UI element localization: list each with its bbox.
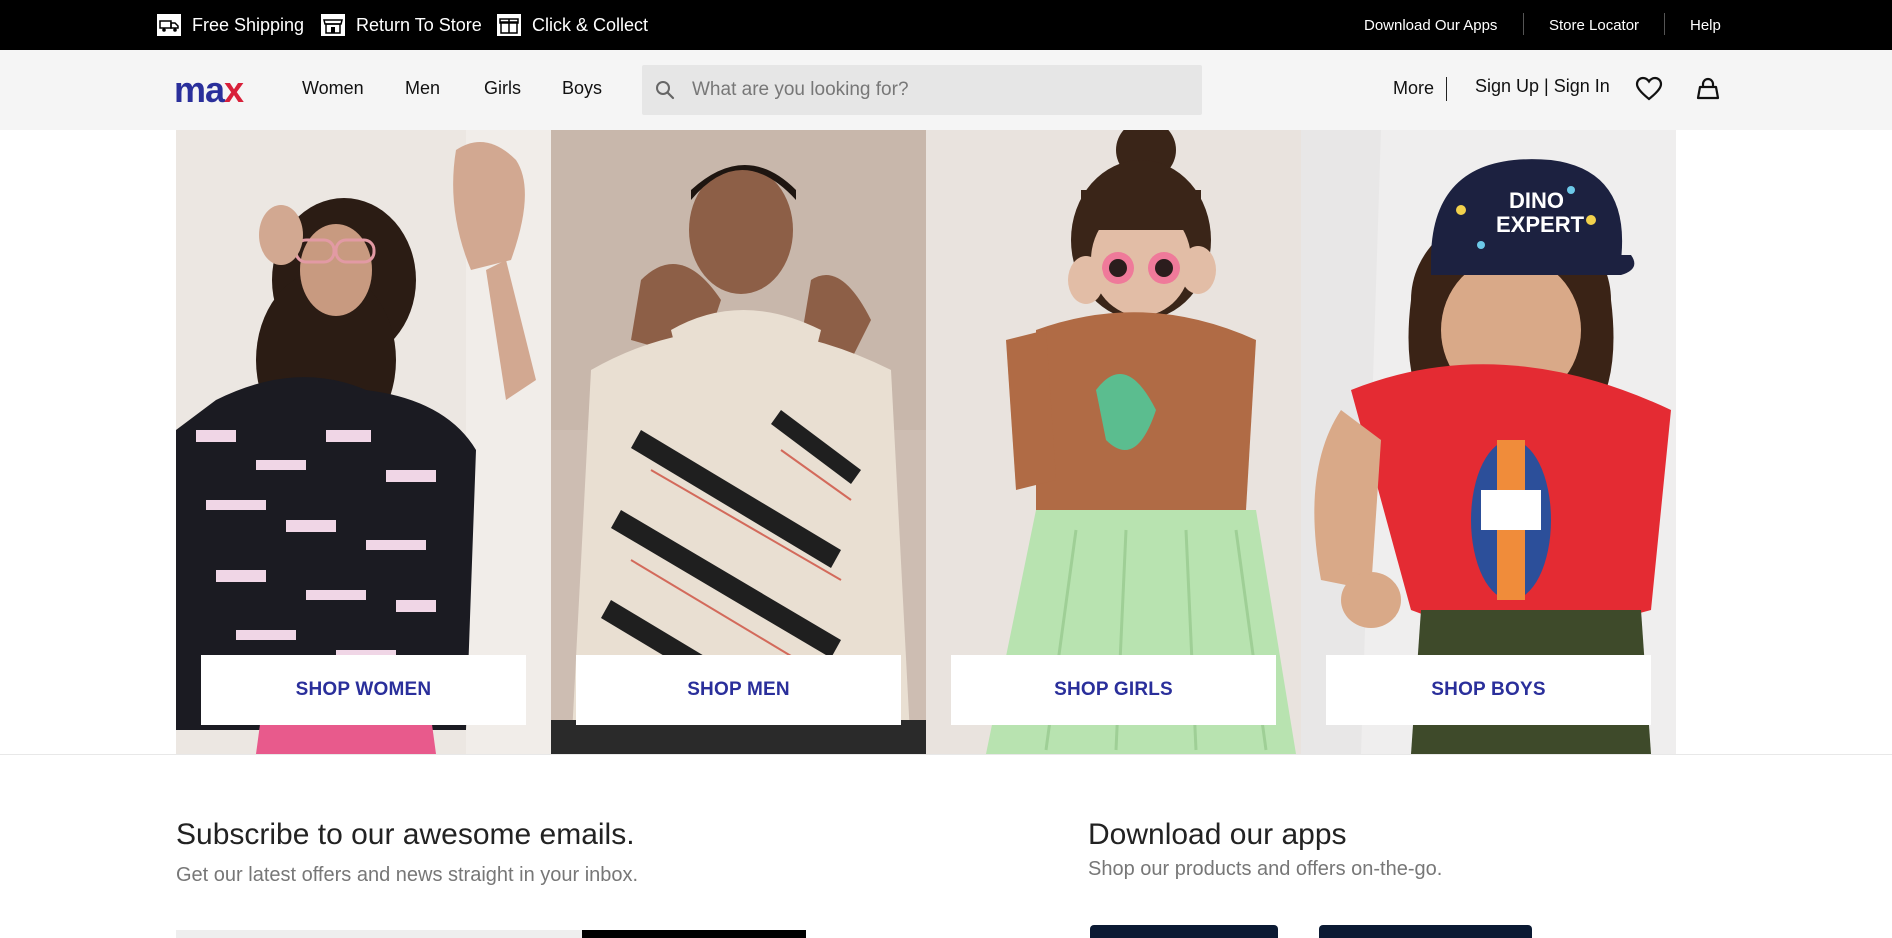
tile-girls[interactable]: SHOP GIRLS <box>926 130 1301 754</box>
divider <box>1523 13 1524 35</box>
section-divider <box>0 754 1892 755</box>
store-locator-link[interactable]: Store Locator <box>1549 0 1639 50</box>
help-link[interactable]: Help <box>1690 0 1721 50</box>
heart-icon[interactable] <box>1635 76 1663 102</box>
truck-icon <box>156 13 182 37</box>
perk-label: Click & Collect <box>532 14 649 35</box>
divider <box>1446 77 1447 101</box>
perk-free-shipping[interactable]: Free Shipping <box>156 0 304 50</box>
apps-subtitle: Shop our products and offers on-the-go. <box>1088 858 1443 880</box>
shop-girls-button[interactable]: SHOP GIRLS <box>951 655 1276 725</box>
top-utility-bar: Free Shipping Return To Store Click & Co… <box>0 0 1892 50</box>
logo-accent: x <box>224 69 244 110</box>
subscribe-title: Subscribe to our awesome emails. <box>176 818 635 851</box>
apps-title: Download our apps <box>1088 818 1347 851</box>
nav-boys[interactable]: Boys <box>562 78 602 99</box>
email-field[interactable] <box>176 930 582 938</box>
more-menu[interactable]: More <box>1393 78 1434 99</box>
perk-label: Free Shipping <box>192 14 305 35</box>
perk-return-to-store[interactable]: Return To Store <box>320 0 482 50</box>
nav-men[interactable]: Men <box>405 78 440 99</box>
subscribe-button[interactable] <box>582 930 806 938</box>
nav-women[interactable]: Women <box>302 78 364 99</box>
download-apps-link[interactable]: Download Our Apps <box>1364 0 1497 50</box>
tile-boys[interactable]: DINO EXPERT SHOP BOYS <box>1301 130 1676 754</box>
logo-text: ma <box>174 69 225 110</box>
svg-text:DINO: DINO <box>1509 188 1564 213</box>
main-header: max Women Men Girls Boys More Sign Up | … <box>0 50 1892 130</box>
divider <box>1664 13 1665 35</box>
brand-logo[interactable]: max <box>174 69 244 110</box>
search-bar <box>642 65 1202 115</box>
search-icon[interactable] <box>654 79 676 101</box>
perk-click-collect[interactable]: Click & Collect <box>496 0 648 50</box>
app-store-badge[interactable] <box>1090 925 1278 938</box>
sign-in-link[interactable]: Sign Up | Sign In <box>1475 76 1610 97</box>
google-play-badge[interactable] <box>1319 925 1532 938</box>
search-input[interactable] <box>692 65 1192 115</box>
gift-box-icon <box>496 13 522 37</box>
category-tiles: SHOP WOMEN SHOP MEN SHOP GIRLS DINO EXPE… <box>176 130 1676 754</box>
shop-women-button[interactable]: SHOP WOMEN <box>201 655 526 725</box>
shop-boys-button[interactable]: SHOP BOYS <box>1326 655 1651 725</box>
tile-men[interactable]: SHOP MEN <box>551 130 926 754</box>
perk-label: Return To Store <box>356 14 482 35</box>
nav-girls[interactable]: Girls <box>484 78 521 99</box>
subscribe-subtitle: Get our latest offers and news straight … <box>176 864 639 886</box>
tile-women[interactable]: SHOP WOMEN <box>176 130 551 754</box>
svg-text:EXPERT: EXPERT <box>1496 212 1585 237</box>
store-icon <box>320 13 346 37</box>
shop-men-button[interactable]: SHOP MEN <box>576 655 901 725</box>
bag-icon[interactable] <box>1694 76 1722 102</box>
